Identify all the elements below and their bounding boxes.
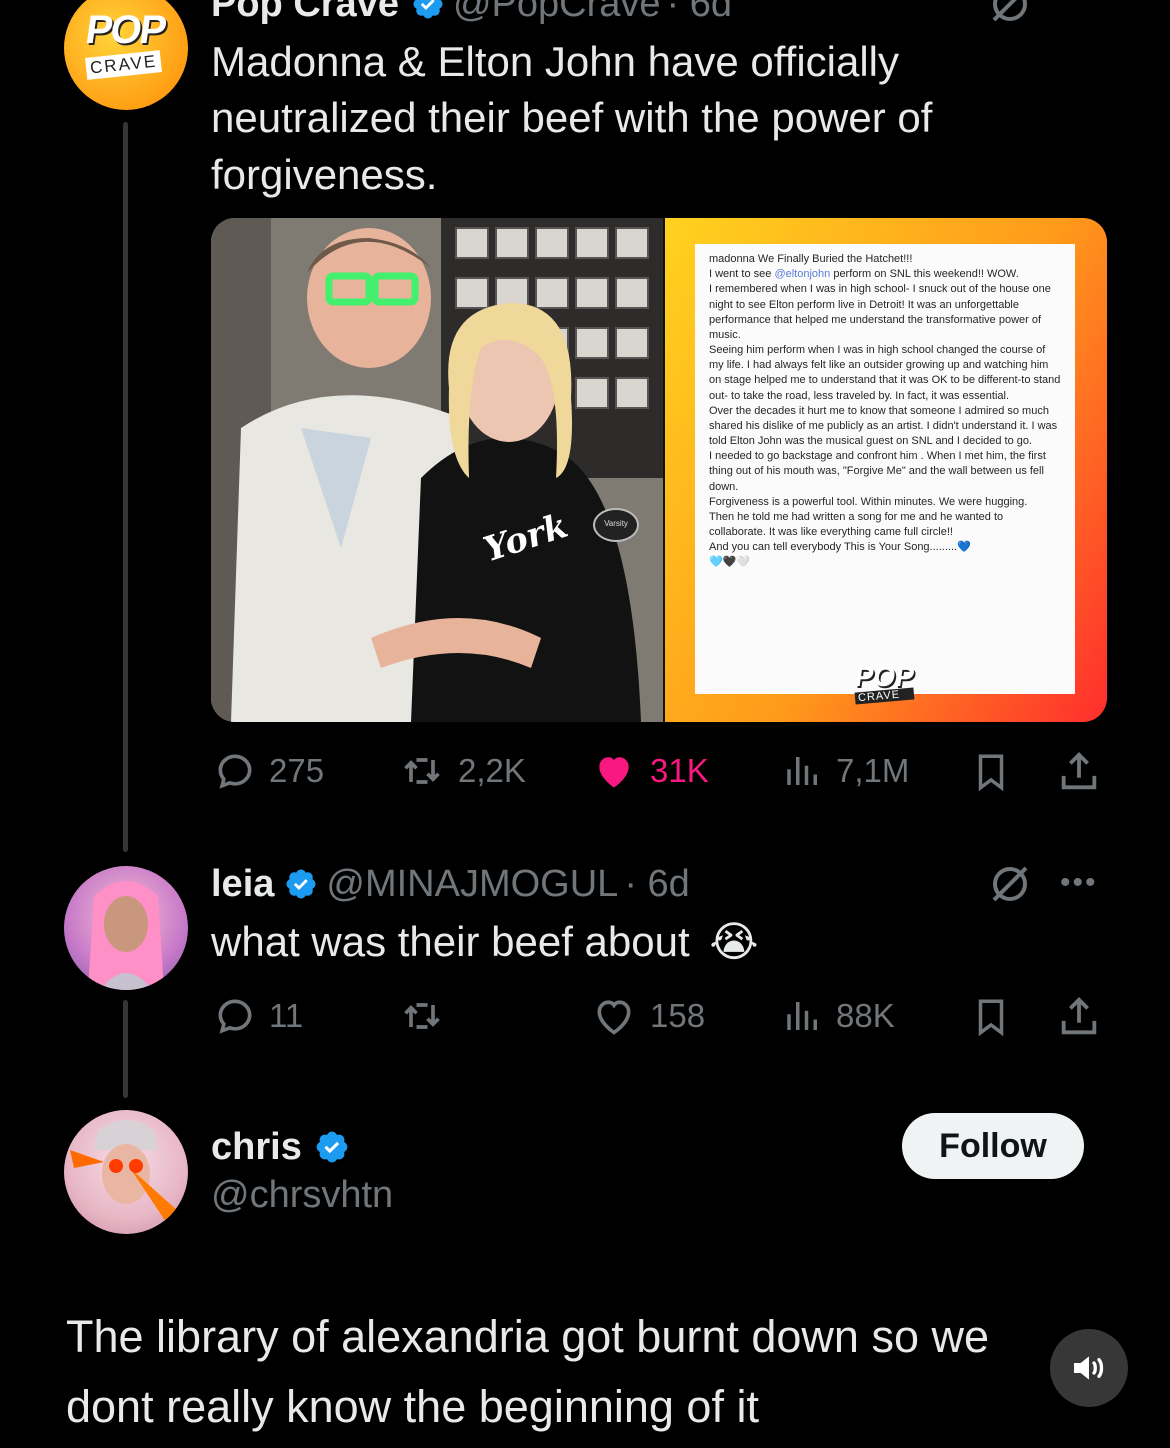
- avatar-logo-bottom: CRAVE: [85, 50, 163, 80]
- note-line: Forgiveness is a powerful tool. Within m…: [709, 495, 1028, 508]
- grok-icon[interactable]: [988, 0, 1032, 31]
- note-line: I went to see @eltonjohn perform on SNL …: [709, 268, 1019, 281]
- note-panel: madonna We Finally Buried the Hatchet!!!…: [665, 218, 1107, 722]
- jacket-patch: Varsity: [593, 508, 639, 542]
- tweet3-header: chris: [211, 1124, 350, 1170]
- speaker-icon: [1074, 1356, 1104, 1380]
- tweet1-header: Pop Crave @PopCrave · 6d: [211, 0, 733, 26]
- note-line: Over the decades it hurt me to know that…: [709, 404, 1058, 448]
- bookmark-icon: [978, 754, 1004, 792]
- views-button[interactable]: 88K: [782, 994, 895, 1038]
- verified-badge-icon: [284, 867, 318, 901]
- avatar-leia[interactable]: [64, 866, 188, 990]
- grok-icon[interactable]: [988, 862, 1032, 911]
- reply-button[interactable]: 275: [213, 749, 324, 793]
- sound-toggle-button[interactable]: [1050, 1329, 1128, 1407]
- tweet1-text: Madonna & Elton John have officially neu…: [211, 38, 933, 198]
- stamp-top: POP: [852, 661, 917, 692]
- heart-filled-icon: [599, 757, 629, 788]
- note-line: I remembered when I was in high school- …: [709, 283, 1051, 341]
- repost-count: 2,2K: [458, 752, 526, 789]
- avatar-popcrave[interactable]: POP CRAVE: [64, 0, 188, 110]
- heart-outline-icon: [597, 1000, 631, 1035]
- views-count: 7,1M: [836, 752, 910, 789]
- tweet1-time: · 6d: [666, 0, 733, 25]
- tweet1-handle[interactable]: @PopCrave: [453, 0, 661, 26]
- photo-elton-madonna: York Varsity: [211, 218, 663, 722]
- follow-button[interactable]: Follow: [902, 1113, 1084, 1179]
- tweet2-text: what was their beef about: [211, 918, 690, 965]
- note-line: I needed to go backstage and confront hi…: [709, 450, 1046, 493]
- share-button[interactable]: [1056, 994, 1102, 1040]
- thread-line-2: [123, 1000, 128, 1098]
- tweet1-display-name[interactable]: Pop Crave: [211, 0, 399, 26]
- avatar-chris[interactable]: [64, 1110, 188, 1234]
- repost-icon: [404, 758, 440, 784]
- reply-count: 275: [269, 752, 325, 789]
- share-icon: [1061, 752, 1097, 790]
- note-line: And you can tell everybody This is Your …: [709, 541, 971, 554]
- reply-count: 11: [269, 997, 304, 1034]
- more-options-icon[interactable]: •••: [1060, 866, 1098, 900]
- share-button[interactable]: [1056, 749, 1102, 795]
- views-icon: [787, 757, 817, 785]
- like-count: 158: [650, 997, 706, 1034]
- repost-button[interactable]: 2,2K: [398, 749, 526, 793]
- note-line: Then he told me had written a song for m…: [709, 510, 1004, 539]
- reply-button[interactable]: 11: [213, 994, 303, 1038]
- tweet3-handle[interactable]: @chrsvhtn: [211, 1174, 393, 1217]
- tweet1-media[interactable]: York Varsity madonna We Finally Buried t…: [211, 218, 1107, 722]
- like-button[interactable]: 158: [590, 994, 705, 1038]
- tweet2-time: · 6d: [624, 862, 690, 905]
- like-button[interactable]: 31K: [590, 749, 709, 793]
- popcrave-stamp-logo: POP CRAVE: [852, 661, 917, 705]
- mention-link: @eltonjohn: [774, 268, 831, 281]
- more-options-icon[interactable]: •••: [1060, 0, 1098, 14]
- note-card: madonna We Finally Buried the Hatchet!!!…: [695, 244, 1075, 694]
- repost-icon: [404, 1003, 440, 1029]
- bookmark-button[interactable]: [970, 749, 1012, 795]
- verified-badge-icon: [411, 0, 445, 21]
- tweet2-display-name[interactable]: leia: [211, 863, 274, 906]
- reply-icon: [218, 754, 252, 789]
- views-button[interactable]: 7,1M: [782, 749, 909, 793]
- tweet2-text-row: what was their beef about 😭: [211, 914, 758, 970]
- tweet3-display-name[interactable]: chris: [211, 1126, 302, 1169]
- note-line: 🩵🖤🤍: [709, 556, 751, 569]
- note-line: Seeing him perform when I was in high sc…: [709, 344, 1061, 402]
- avatar-logo-top: POP: [82, 8, 168, 52]
- views-icon: [787, 1002, 817, 1030]
- share-icon: [1061, 997, 1097, 1035]
- reply-icon: [218, 999, 252, 1034]
- tweet2-header: leia @MINAJMOGUL · 6d: [211, 862, 690, 906]
- bookmark-button[interactable]: [970, 994, 1012, 1040]
- verified-badge-icon: [314, 1129, 350, 1165]
- bookmark-icon: [978, 999, 1004, 1037]
- tweet3-text: The library of alexandria got burnt down…: [66, 1311, 990, 1432]
- views-count: 88K: [836, 997, 895, 1034]
- crying-emoji: 😭: [709, 918, 759, 965]
- tweet2-handle[interactable]: @MINAJMOGUL: [326, 863, 618, 906]
- like-count: 31K: [650, 752, 709, 789]
- thread-line-1: [123, 122, 128, 852]
- repost-button[interactable]: [398, 994, 458, 1038]
- note-line: madonna We Finally Buried the Hatchet!!!: [709, 253, 913, 265]
